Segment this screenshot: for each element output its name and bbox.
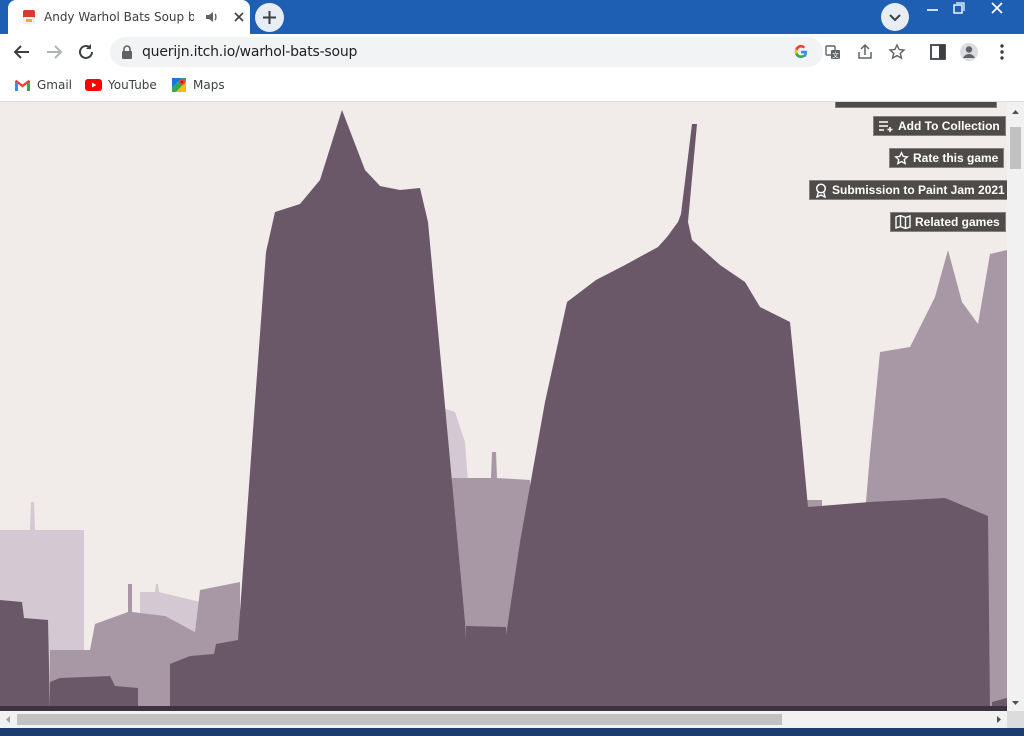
plus-icon [263,11,276,24]
bookmark-star-icon[interactable] [888,43,906,61]
browser-toolbar: querijn.itch.io/warhol-bats-soup 文 [0,34,1024,70]
new-tab-button[interactable] [255,3,284,32]
restore-window-icon[interactable] [944,0,974,18]
add-to-collection-button[interactable]: Add To Collection [873,116,1006,136]
star-icon [894,150,909,165]
profile-avatar-icon[interactable] [959,42,979,62]
back-arrow-icon[interactable] [12,42,32,62]
rate-this-game-button[interactable]: Rate this game [889,148,1005,168]
scroll-down-arrow-icon[interactable] [1007,694,1024,711]
top-partial-button[interactable] [835,102,997,108]
bookmark-gmail[interactable]: Gmail [14,76,72,94]
soup-can-favicon-icon [23,10,35,24]
award-icon [815,182,827,198]
google-icon[interactable] [792,43,810,61]
address-bar[interactable]: querijn.itch.io/warhol-bats-soup 文 [110,37,906,67]
maps-icon [172,78,186,92]
browser-tab[interactable]: Andy Warhol Bats Soup by Q [8,0,250,34]
share-icon[interactable] [856,43,874,61]
horizontal-scroll-thumb[interactable] [17,714,782,725]
youtube-icon [85,79,102,91]
close-window-icon[interactable] [983,0,1013,18]
vertical-scrollbar[interactable] [1007,102,1024,711]
gmail-icon [15,79,30,91]
side-panel-icon[interactable] [928,42,948,62]
tab-strip: Andy Warhol Bats Soup by Q [0,0,1024,34]
scroll-up-arrow-icon[interactable] [1007,104,1024,121]
more-menu-icon[interactable] [992,42,1012,62]
add-to-collection-icon [879,121,893,132]
lock-icon[interactable] [121,45,133,59]
bookmark-label: Maps [193,78,225,92]
bookmark-label: Gmail [37,78,73,92]
button-label: Related games [915,215,1000,229]
scroll-right-arrow-icon[interactable] [990,711,1007,728]
tab-search-button[interactable] [881,3,909,31]
scroll-left-arrow-icon[interactable] [0,711,17,728]
tab-title: Andy Warhol Bats Soup by Q [44,10,194,24]
vertical-scroll-thumb[interactable] [1010,127,1021,169]
bookmark-youtube[interactable]: YouTube [85,76,157,94]
map-icon [895,215,911,229]
bookmark-label: YouTube [108,78,157,92]
bookmarks-bar: Gmail YouTube Maps [0,70,1024,102]
svg-text:文: 文 [832,51,839,60]
related-games-button[interactable]: Related games [890,212,1006,232]
chevron-down-icon [889,14,901,22]
submission-paint-jam-button[interactable]: Submission to Paint Jam 2021 [809,180,1007,200]
reload-icon[interactable] [76,42,96,62]
forward-arrow-icon[interactable] [44,42,64,62]
tab-audio-playing-icon[interactable] [204,9,220,25]
translate-icon[interactable]: 文 [824,43,842,61]
os-taskbar [0,728,1024,736]
tab-close-icon[interactable] [232,10,246,24]
button-label: Add To Collection [898,119,1000,133]
button-label: Rate this game [913,151,999,165]
button-label: Submission to Paint Jam 2021 [832,183,1005,197]
horizontal-scrollbar[interactable] [0,711,1007,728]
url-text[interactable]: querijn.itch.io/warhol-bats-soup [142,44,357,60]
scrollbar-corner [1007,711,1024,728]
bookmark-maps[interactable]: Maps [171,76,225,94]
game-page[interactable]: Add To Collection Rate this game Submiss… [0,102,1007,711]
